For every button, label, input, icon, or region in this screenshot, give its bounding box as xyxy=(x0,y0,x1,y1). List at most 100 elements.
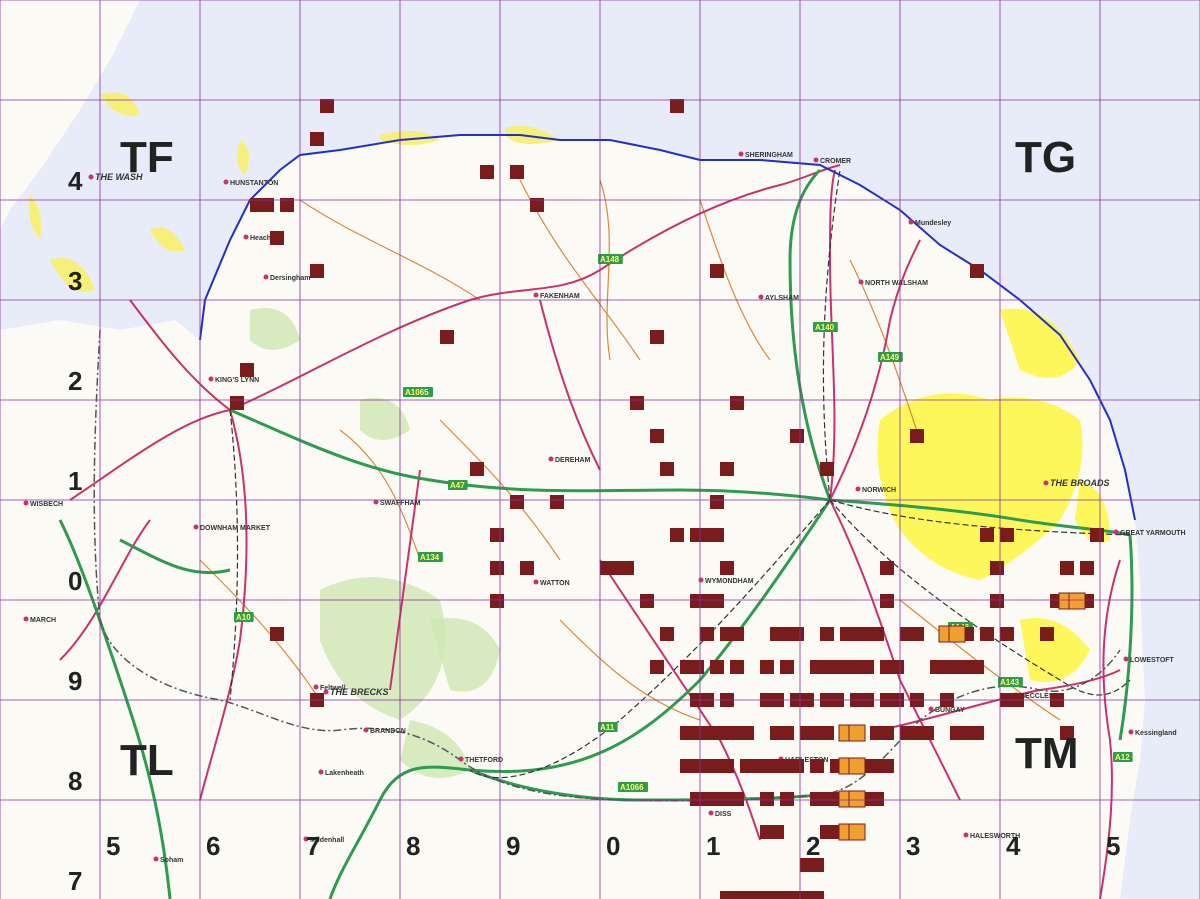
record-square[interactable] xyxy=(880,561,894,575)
record-square[interactable] xyxy=(1000,627,1014,641)
place-name-downham-market[interactable]: DOWNHAM MARKET xyxy=(200,525,271,532)
place-name-lowestoft[interactable]: LOWESTOFT xyxy=(1130,657,1175,664)
place-name-watton[interactable]: WATTON xyxy=(540,580,570,587)
place-name-wisbech[interactable]: WISBECH xyxy=(30,501,63,508)
place-name-wymondham[interactable]: WYMONDHAM xyxy=(705,578,754,585)
place-name-cromer[interactable]: CROMER xyxy=(820,158,851,165)
record-square[interactable] xyxy=(550,495,564,509)
place-name-bungay[interactable]: BUNGAY xyxy=(935,707,965,714)
record-square[interactable] xyxy=(1060,561,1074,575)
record-square[interactable] xyxy=(490,528,504,542)
record-square[interactable] xyxy=(510,495,524,509)
record-square[interactable] xyxy=(1080,561,1094,575)
place-name-kings-lynn[interactable]: KING'S LYNN xyxy=(215,377,259,384)
record-square[interactable] xyxy=(640,594,654,608)
record-square[interactable] xyxy=(730,660,744,674)
record-square[interactable] xyxy=(740,726,754,740)
record-square[interactable] xyxy=(710,495,724,509)
record-square[interactable] xyxy=(490,561,504,575)
record-square[interactable] xyxy=(660,462,674,476)
record-square[interactable] xyxy=(630,396,644,410)
record-square[interactable] xyxy=(980,627,994,641)
place-name-hunstanton[interactable]: HUNSTANTON xyxy=(230,180,278,187)
record-square[interactable] xyxy=(780,660,794,674)
record-square[interactable] xyxy=(810,891,824,899)
record-square[interactable] xyxy=(770,825,784,839)
record-square[interactable] xyxy=(880,759,894,773)
record-square[interactable] xyxy=(650,660,664,674)
record-square[interactable] xyxy=(710,528,724,542)
place-name-feltwell[interactable]: Feltwell xyxy=(320,685,346,692)
record-square[interactable] xyxy=(970,660,984,674)
record-square[interactable] xyxy=(1000,528,1014,542)
place-name-dersingham[interactable]: Dersingham xyxy=(270,275,310,282)
place-name-kessingland[interactable]: Kessingland xyxy=(1135,730,1177,737)
place-name-sheringham[interactable]: SHERINGHAM xyxy=(745,152,793,159)
record-square[interactable] xyxy=(810,759,824,773)
record-square[interactable] xyxy=(760,792,774,806)
highlight-square[interactable] xyxy=(848,724,866,742)
record-square[interactable] xyxy=(970,726,984,740)
record-square[interactable] xyxy=(310,132,324,146)
record-square[interactable] xyxy=(880,594,894,608)
record-square[interactable] xyxy=(230,396,244,410)
highlight-square[interactable] xyxy=(1068,592,1086,610)
record-square[interactable] xyxy=(660,627,674,641)
record-square[interactable] xyxy=(780,726,794,740)
place-name-mundesley[interactable]: Mundesley xyxy=(915,220,951,227)
record-square[interactable] xyxy=(320,99,334,113)
record-square[interactable] xyxy=(670,99,684,113)
record-square[interactable] xyxy=(860,660,874,674)
record-square[interactable] xyxy=(790,759,804,773)
record-square[interactable] xyxy=(820,627,834,641)
record-square[interactable] xyxy=(780,792,794,806)
record-square[interactable] xyxy=(510,165,524,179)
record-square[interactable] xyxy=(990,594,1004,608)
record-square[interactable] xyxy=(880,726,894,740)
highlight-square[interactable] xyxy=(848,790,866,808)
record-square[interactable] xyxy=(910,627,924,641)
record-square[interactable] xyxy=(650,330,664,344)
place-name-the-broads[interactable]: THE BROADS xyxy=(1050,478,1110,488)
record-square[interactable] xyxy=(480,165,494,179)
map-canvas[interactable]: HUNSTANTON KING'S LYNN FAKENHAM SHERINGHAM C… xyxy=(0,0,1200,899)
place-name-beccles[interactable]: BECCLES xyxy=(1020,693,1054,700)
highlight-square[interactable] xyxy=(948,625,966,643)
place-name-soham[interactable]: Soham xyxy=(160,857,183,864)
place-name-great-yarmouth[interactable]: GREAT YARMOUTH xyxy=(1120,530,1186,537)
place-name-brandon[interactable]: BRANDON xyxy=(370,728,406,735)
place-name-thetford[interactable]: THETFORD xyxy=(465,757,503,764)
record-square[interactable] xyxy=(710,660,724,674)
record-square[interactable] xyxy=(520,561,534,575)
record-square[interactable] xyxy=(440,330,454,344)
record-square[interactable] xyxy=(760,660,774,674)
record-square[interactable] xyxy=(720,561,734,575)
place-name-march[interactable]: MARCH xyxy=(30,617,56,624)
record-square[interactable] xyxy=(870,627,884,641)
record-square[interactable] xyxy=(240,363,254,377)
record-square[interactable] xyxy=(790,429,804,443)
record-square[interactable] xyxy=(730,627,744,641)
place-name-fakenham[interactable]: FAKENHAM xyxy=(540,293,580,300)
record-square[interactable] xyxy=(720,759,734,773)
record-square[interactable] xyxy=(610,561,624,575)
record-square[interactable] xyxy=(910,429,924,443)
record-square[interactable] xyxy=(1090,528,1104,542)
record-square[interactable] xyxy=(1040,627,1054,641)
record-square[interactable] xyxy=(470,462,484,476)
record-square[interactable] xyxy=(730,396,744,410)
record-square[interactable] xyxy=(720,462,734,476)
record-square[interactable] xyxy=(790,627,804,641)
record-square[interactable] xyxy=(710,264,724,278)
place-name-diss[interactable]: DISS xyxy=(715,811,732,818)
record-square[interactable] xyxy=(690,660,704,674)
record-square[interactable] xyxy=(270,231,284,245)
record-square[interactable] xyxy=(730,792,744,806)
highlight-square[interactable] xyxy=(848,757,866,775)
record-square[interactable] xyxy=(820,726,834,740)
place-name-lakenheath[interactable]: Lakenheath xyxy=(325,770,364,777)
record-square[interactable] xyxy=(700,627,714,641)
record-square[interactable] xyxy=(670,528,684,542)
place-name-dereham[interactable]: DEREHAM xyxy=(555,457,591,464)
record-square[interactable] xyxy=(710,594,724,608)
